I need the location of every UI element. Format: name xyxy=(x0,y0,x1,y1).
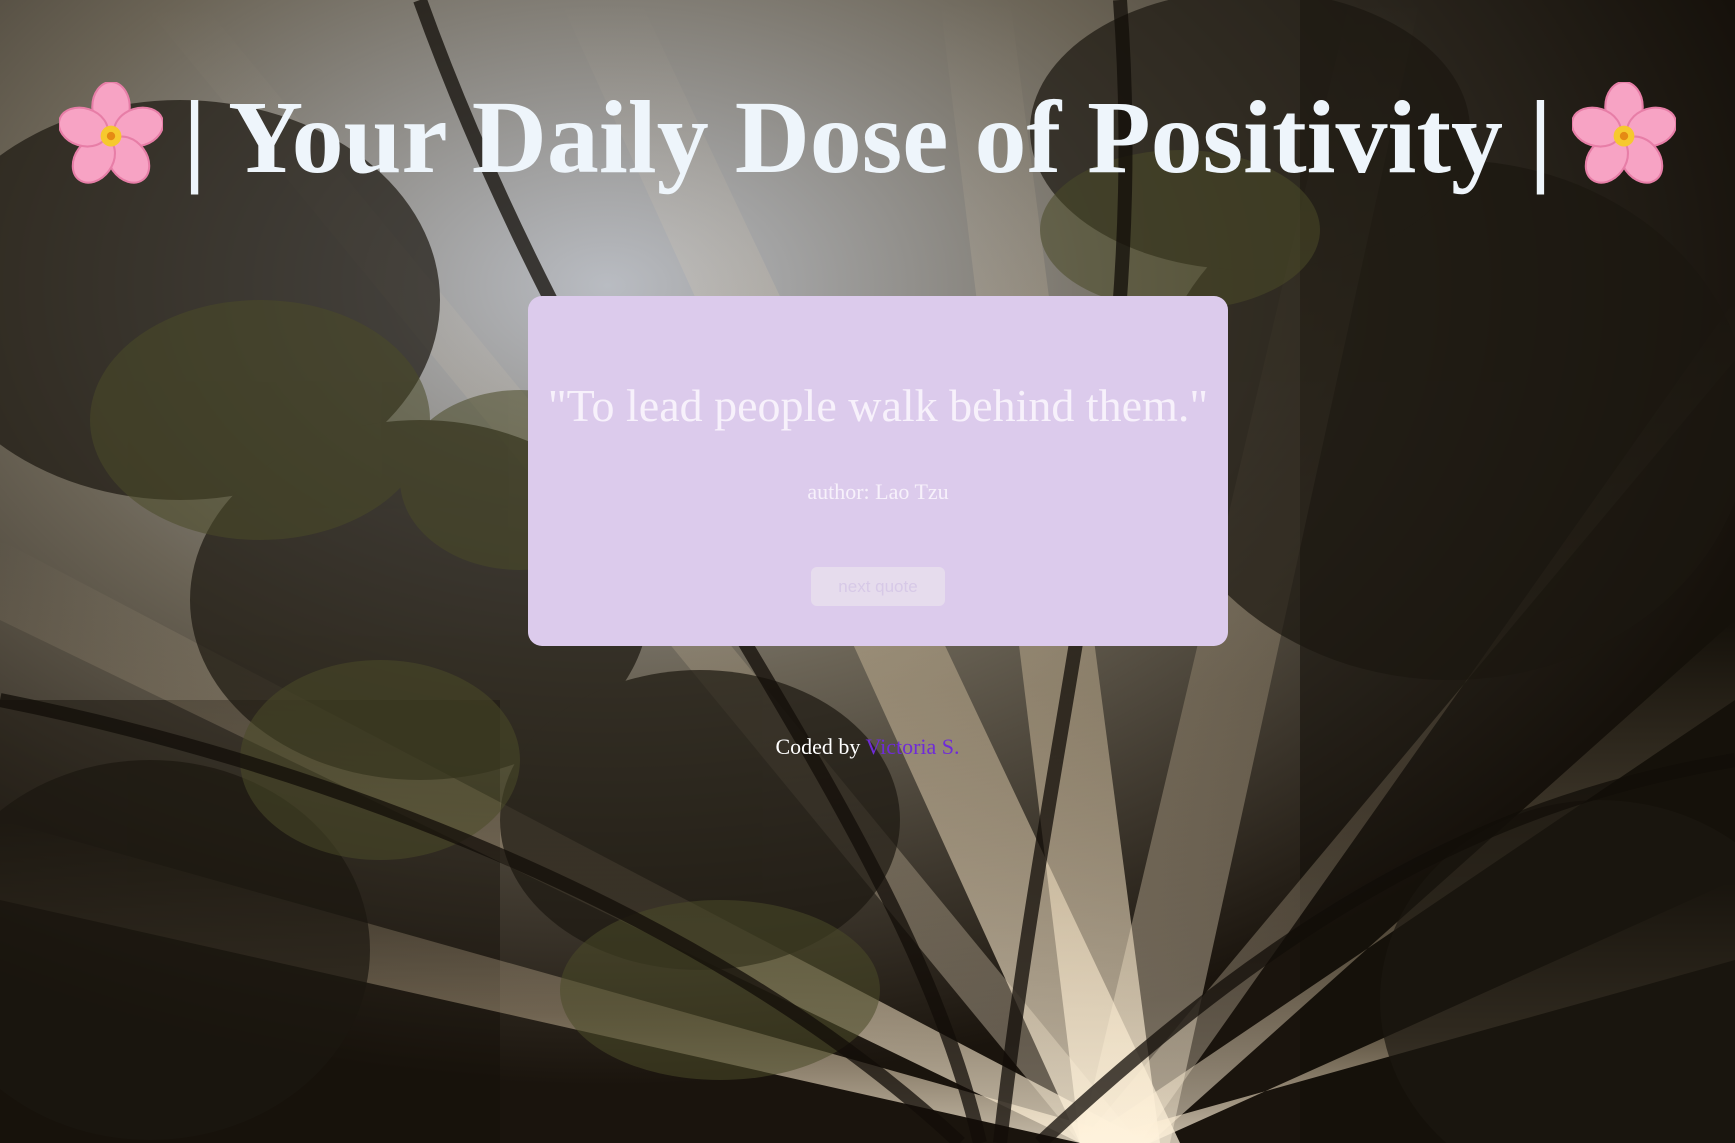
cherry-blossom-icon xyxy=(59,82,164,184)
quote-card: "To lead people walk behind them." autho… xyxy=(528,296,1228,646)
quote-author: author: Lao Tzu xyxy=(807,479,949,504)
page-title: | Your Daily Dose of Positivity | xyxy=(0,78,1735,198)
footer-credit: Coded by Victoria S. xyxy=(0,733,1735,761)
footer-prefix: Coded by xyxy=(775,734,866,759)
author-link[interactable]: Victoria S. xyxy=(866,734,960,759)
quote-text: "To lead people walk behind them." xyxy=(547,380,1209,431)
page-title-text: | Your Daily Dose of Positivity | xyxy=(183,80,1552,195)
cherry-blossom-icon xyxy=(1571,82,1676,184)
next-quote-button[interactable]: next quote xyxy=(811,567,945,606)
